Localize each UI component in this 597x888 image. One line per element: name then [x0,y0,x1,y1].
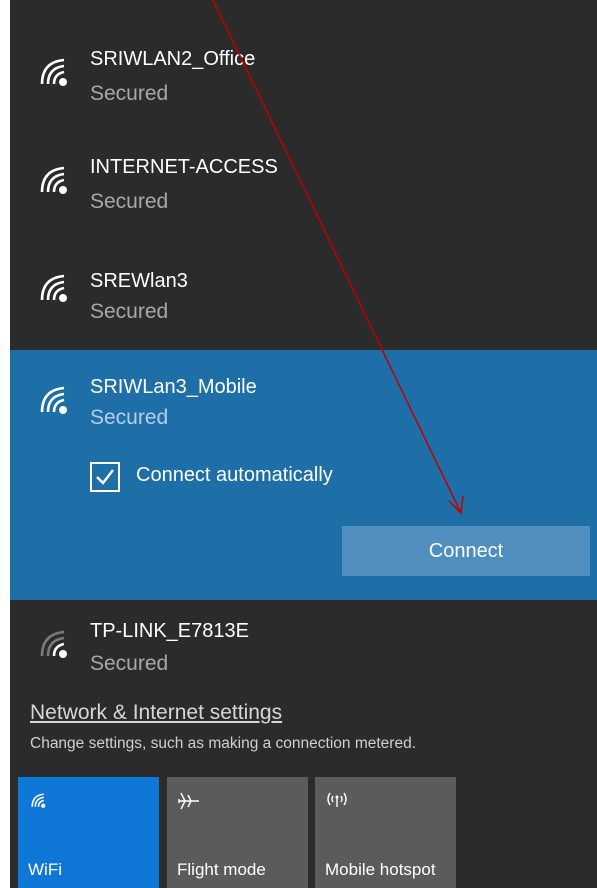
network-name: SRIWLan3_Mobile [90,376,257,398]
connect-automatically-checkbox[interactable] [90,462,120,492]
wifi-signal-icon [40,386,67,414]
network-name: SREWlan3 [90,270,188,292]
network-item-internet-access[interactable]: INTERNET-ACCESS Secured [10,136,597,236]
connect-button[interactable]: Connect [342,526,590,576]
network-name: INTERNET-ACCESS [90,156,278,178]
connect-automatically-label: Connect automatically [136,464,333,486]
network-status: Secured [90,190,169,213]
wifi-signal-icon [40,274,67,302]
network-status: Secured [90,406,169,429]
wifi-signal-icon [40,58,67,86]
network-item-sriwlan2-office[interactable]: SRIWLAN2_Office Secured [10,28,597,128]
network-name: SRIWLAN2_Office [90,48,256,70]
wifi-icon [31,793,46,808]
network-item-srewlan3[interactable]: SREWlan3 Secured [10,244,597,344]
quick-action-label: Flight mode [177,860,266,879]
wifi-signal-icon [40,166,67,194]
quick-action-label: WiFi [28,860,62,879]
airplane-icon [178,792,199,810]
network-flyout: SRIWLAN2_Office Secured INTERNET-ACCESS … [10,0,597,888]
network-settings-description: Change settings, such as making a connec… [30,735,417,752]
quick-action-label: Mobile hotspot [325,860,436,879]
checkmark-icon [96,469,114,485]
network-status: Secured [90,652,169,675]
quick-action-mobile-hotspot[interactable]: Mobile hotspot [315,777,456,888]
wifi-signal-weak-icon [40,630,67,658]
network-item-tp-link-e7813e[interactable]: TP-LINK_E7813E Secured [10,604,597,694]
network-status: Secured [90,300,169,323]
network-name: TP-LINK_E7813E [90,620,249,642]
quick-action-wifi[interactable]: WiFi [18,777,159,888]
hotspot-icon [327,792,347,807]
quick-action-flight-mode[interactable]: Flight mode [167,777,308,888]
network-settings-link[interactable]: Network & Internet settings [30,701,282,725]
network-status: Secured [90,82,169,105]
